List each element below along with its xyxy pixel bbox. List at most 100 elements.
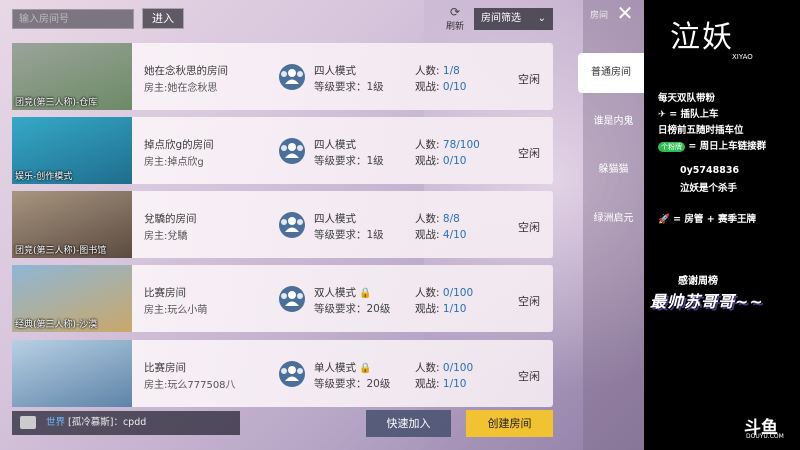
game-screen: 进入 ⟳ 刷新 房间筛选 ⌄ 团竞(第三人称)-仓库 她在念秋思的房间 房主:她… — [0, 0, 644, 450]
spectator-count: 观战: 1/10 — [415, 301, 466, 316]
room-owner: 房主:玩么777508八 — [144, 380, 236, 391]
player-count: 人数: 8/8 — [415, 211, 460, 226]
spectator-count-label: 观战: — [415, 229, 440, 241]
team-mode: 双人模式 🔒 — [314, 285, 371, 300]
refresh-label: 刷新 — [445, 22, 464, 32]
overlay-line-5: 0y5748836 — [680, 165, 740, 176]
spectator-count-value: 0/10 — [442, 155, 467, 167]
spectator-count: 观战: 0/10 — [415, 79, 466, 94]
overlay-line-7: 🚀 = 房管 + 赛季王牌 — [658, 214, 756, 225]
douyu-domain: DOUYU.COM — [746, 433, 784, 440]
streamer-logo: 泣妖 — [670, 20, 734, 55]
map-thumbnail: 经典(第三人称)-沙漠 — [12, 265, 132, 332]
team-mode-icon — [277, 210, 307, 238]
room-number-input[interactable] — [12, 9, 134, 29]
spectator-count-value: 0/10 — [442, 81, 467, 93]
lock-icon: 🔒 — [359, 363, 372, 374]
fan-badge: 个粉牌 — [658, 142, 685, 152]
player-count-label: 人数: — [415, 362, 440, 374]
player-count: 人数: 0/100 — [415, 285, 473, 300]
player-count: 人数: 78/100 — [415, 137, 480, 152]
room-row[interactable]: 团竞(第三人称)-仓库 她在念秋思的房间 房主:她在念秋思 四人模式 等级要求：… — [12, 43, 553, 110]
quick-join-button[interactable]: 快速加入 — [366, 410, 451, 437]
room-row[interactable]: 比赛房间 房主:玩么777508八 单人模式 🔒 等级要求：20级 人数: 0/1… — [12, 340, 553, 407]
overlay-line-4: 个粉牌 = 周日上车链接群 — [658, 138, 766, 152]
chat-icon — [20, 416, 36, 429]
spectator-count-value: 1/10 — [442, 378, 467, 390]
room-filter-label: 房间筛选 — [481, 13, 521, 24]
room-name: 兌驕的房间 — [144, 213, 197, 225]
tab-hide-and-seek[interactable]: 躲猫猫 — [583, 150, 644, 190]
room-filter-dropdown[interactable]: 房间筛选 ⌄ — [474, 8, 553, 30]
room-panel-header: 房间 — [590, 11, 609, 21]
level-requirement: 等级要求：20级 — [314, 303, 391, 315]
spectator-count-value: 1/10 — [442, 303, 467, 315]
map-thumbnail: 娱乐-创作模式 — [12, 117, 132, 184]
player-count-value: 0/100 — [442, 362, 474, 374]
room-row[interactable]: 经典(第三人称)-沙漠 比赛房间 房主:玩么小萌 双人模式 🔒 等级要求：20级 … — [12, 265, 553, 332]
map-mode-label: 经典(第三人称)-沙漠 — [15, 320, 98, 330]
room-status: 空闲 — [518, 147, 540, 160]
top-fan-name: 最帅苏哥哥~~ — [650, 292, 764, 311]
tab-oasis[interactable]: 绿洲启元 — [583, 199, 644, 239]
team-mode: 四人模式 — [314, 63, 356, 78]
room-name: 比赛房间 — [144, 287, 186, 299]
player-count: 人数: 1/8 — [415, 63, 460, 78]
world-chat-bar[interactable]: 世界 [孤冷慕斯]：cpdd — [12, 411, 240, 435]
enter-button[interactable]: 进入 — [142, 8, 184, 29]
player-count: 人数: 0/100 — [415, 360, 473, 375]
chat-channel: 世界 — [46, 417, 66, 428]
player-count-value: 0/100 — [442, 287, 474, 299]
refresh-button[interactable]: ⟳ 刷新 — [442, 5, 468, 33]
level-requirement: 等级要求：20级 — [314, 378, 391, 390]
level-requirement: 等级要求：1级 — [314, 155, 384, 167]
player-count-value: 78/100 — [442, 139, 480, 151]
team-mode-icon — [277, 136, 307, 164]
team-mode-icon — [277, 62, 307, 90]
tab-normal-room[interactable]: 普通房间 — [578, 53, 644, 93]
room-owner: 房主:掉点欣g — [144, 157, 204, 168]
spectator-count-label: 观战: — [415, 378, 440, 390]
spectator-count: 观战: 0/10 — [415, 153, 466, 168]
spectator-count-value: 4/10 — [442, 229, 467, 241]
spectator-count-label: 观战: — [415, 81, 440, 93]
room-status: 空闲 — [518, 221, 540, 234]
room-status: 空闲 — [518, 73, 540, 86]
overlay-line-6: 泣妖是个杀手 — [680, 183, 738, 194]
tab-who-is-impostor[interactable]: 谁是内鬼 — [583, 102, 644, 142]
spectator-count: 观战: 4/10 — [415, 227, 466, 242]
map-mode-label: 团竞(第三人称)-仓库 — [15, 98, 98, 108]
close-icon[interactable]: ✕ — [614, 1, 636, 25]
room-name: 比赛房间 — [144, 362, 186, 374]
team-mode: 四人模式 — [314, 211, 356, 226]
team-mode-label: 单人模式 — [314, 362, 356, 374]
map-thumbnail — [12, 340, 132, 407]
team-mode-icon — [277, 284, 307, 312]
room-row[interactable]: 娱乐-创作模式 掉点欣g的房间 房主:掉点欣g 四人模式 等级要求：1级 人数:… — [12, 117, 553, 184]
level-requirement: 等级要求：1级 — [314, 81, 384, 93]
team-mode-icon — [277, 359, 307, 387]
overlay-line-1: 每天双队带粉 — [658, 93, 716, 104]
create-room-button[interactable]: 创建房间 — [466, 410, 553, 437]
level-requirement: 等级要求：1级 — [314, 229, 384, 241]
chat-message: [孤冷慕斯]：cpdd — [68, 417, 147, 428]
team-mode-label: 四人模式 — [314, 65, 356, 77]
room-name: 掉点欣g的房间 — [144, 139, 214, 151]
thanks-weekly-rank: 感谢周榜 — [678, 276, 718, 287]
room-row[interactable]: 团竞(第三人称)-图书馆 兌驕的房间 房主:兌驕 四人模式 等级要求：1级 人数… — [12, 191, 553, 258]
overlay-line-2: ✈ = 插队上车 — [658, 109, 719, 120]
chevron-down-icon: ⌄ — [537, 13, 546, 24]
room-name: 她在念秋思的房间 — [144, 65, 228, 77]
overlay-line-3: 日榜前五随时插车位 — [658, 125, 744, 136]
spectator-count-label: 观战: — [415, 155, 440, 167]
team-mode: 四人模式 — [314, 137, 356, 152]
room-owner: 房主:玩么小萌 — [144, 305, 208, 316]
streamer-logo-sub: XIYAO — [732, 53, 753, 61]
team-mode-label: 四人模式 — [314, 139, 356, 151]
player-count-label: 人数: — [415, 287, 440, 299]
room-owner: 房主:兌驕 — [144, 231, 188, 242]
player-count-value: 1/8 — [442, 65, 460, 77]
lock-icon: 🔒 — [359, 288, 372, 299]
refresh-icon: ⟳ — [449, 5, 461, 19]
map-thumbnail: 团竞(第三人称)-图书馆 — [12, 191, 132, 258]
